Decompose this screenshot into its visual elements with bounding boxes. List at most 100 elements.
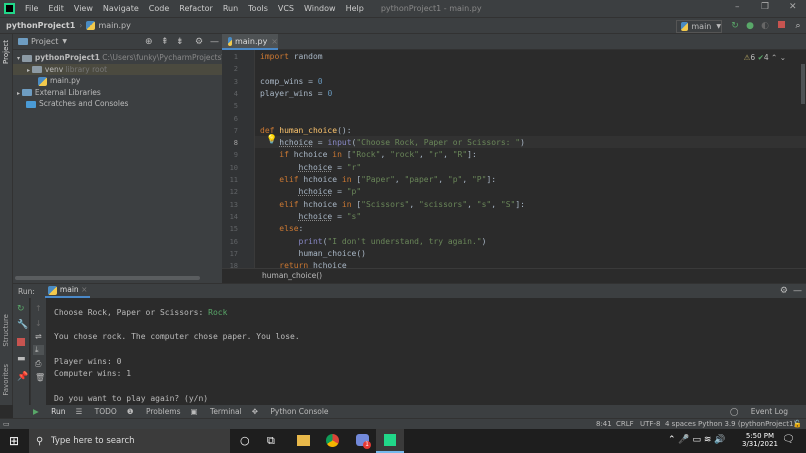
tool-tab-terminal[interactable]: ▣ Terminal bbox=[191, 407, 242, 416]
print-icon[interactable]: ⎙ bbox=[35, 359, 42, 369]
menu-help[interactable]: Help bbox=[341, 4, 369, 13]
restore-button[interactable]: ❐ bbox=[761, 2, 769, 12]
system-tray-icons[interactable]: ⌃ 🎤 ▭ ≋ 🔊 bbox=[668, 435, 725, 445]
chrome-icon[interactable] bbox=[326, 434, 339, 447]
search-icon[interactable]: ⌕ bbox=[793, 21, 803, 31]
interpreter[interactable]: Python 3.9 (pythonProject1) bbox=[698, 420, 796, 428]
line-number: 8 bbox=[233, 139, 238, 148]
ext-label: External Libraries bbox=[34, 87, 101, 97]
layout-icon[interactable]: ▬ bbox=[17, 354, 26, 364]
up-icon[interactable]: ↑ bbox=[35, 304, 42, 313]
coverage-icon[interactable]: ◐ bbox=[760, 21, 770, 31]
soft-wrap-icon[interactable]: ⇌ bbox=[35, 332, 42, 341]
cortana-icon[interactable]: ○ bbox=[240, 434, 250, 447]
code-token: human_choice bbox=[279, 125, 338, 135]
code-breadcrumb[interactable]: human_choice() bbox=[222, 268, 806, 283]
locate-icon[interactable]: ⊕ bbox=[145, 37, 153, 47]
code-token: random bbox=[288, 52, 323, 61]
run-config-dropdown[interactable]: main ▼ bbox=[676, 20, 722, 33]
expand-all-icon[interactable]: ⇞ bbox=[161, 37, 169, 47]
code-token: input bbox=[327, 138, 352, 148]
minimize-button[interactable]: – bbox=[735, 2, 740, 12]
debug-icon[interactable]: ● bbox=[745, 21, 755, 31]
run-tab-label: main bbox=[59, 285, 79, 295]
pin-icon[interactable]: 📌 bbox=[17, 372, 28, 382]
tool-tab-problems[interactable]: ❶ Problems bbox=[127, 407, 181, 416]
menu-view[interactable]: View bbox=[69, 4, 98, 13]
code-line: hchoice = "p" bbox=[260, 187, 362, 196]
line-separator[interactable]: CRLF bbox=[616, 420, 634, 428]
vertical-scrollbar[interactable] bbox=[801, 64, 805, 104]
code-token: return bbox=[279, 261, 313, 271]
python-icon bbox=[47, 285, 57, 295]
task-view-icon[interactable]: ⧉ bbox=[267, 434, 275, 448]
structure-tool-tab[interactable]: Structure bbox=[2, 314, 10, 347]
event-log-button[interactable]: ◯ Event Log bbox=[730, 407, 788, 416]
collapse-all-icon[interactable]: ⇟ bbox=[176, 37, 184, 47]
tree-item-main-py[interactable]: main.py bbox=[13, 75, 222, 87]
code-token: , bbox=[467, 199, 477, 209]
gear-icon[interactable]: ⚙ bbox=[195, 37, 203, 47]
down-icon[interactable]: ↓ bbox=[35, 319, 42, 328]
python-file-icon bbox=[228, 36, 232, 46]
menu-edit[interactable]: Edit bbox=[43, 4, 69, 13]
menu-window[interactable]: Window bbox=[299, 4, 341, 13]
tree-item-external-libraries[interactable]: ▸ External Libraries bbox=[13, 87, 222, 99]
stop-icon[interactable] bbox=[17, 338, 25, 346]
tree-item-venv[interactable]: ▸ venv library root bbox=[13, 63, 222, 75]
indent[interactable]: 4 spaces bbox=[665, 420, 696, 428]
toggle-tool-windows-icon[interactable]: ▭ bbox=[3, 420, 10, 428]
caret-position[interactable]: 8:41 bbox=[596, 420, 612, 428]
tool-tab-todo[interactable]: ☰ TODO bbox=[76, 407, 117, 416]
trash-icon[interactable]: 🗑 bbox=[35, 373, 45, 382]
clock[interactable]: 5:50 PM 3/31/2021 bbox=[742, 432, 778, 448]
stop-icon[interactable] bbox=[777, 21, 785, 28]
menu-file[interactable]: File bbox=[20, 4, 43, 13]
inspection-widget[interactable]: ⚠6 ✔4 ⌃ ⌄ bbox=[744, 53, 786, 62]
scroll-to-end-icon[interactable]: ⤓ bbox=[33, 345, 44, 355]
tab-main-py[interactable]: main.py × bbox=[222, 34, 278, 50]
python-file-icon bbox=[38, 76, 47, 86]
tool-tab-python-console[interactable]: ✥ Python Console bbox=[252, 407, 329, 416]
hide-icon[interactable]: — bbox=[793, 286, 802, 296]
horizontal-scrollbar[interactable] bbox=[15, 276, 200, 280]
console-play-again: Do you want to play again? (y/n) bbox=[54, 394, 209, 403]
project-view-dropdown[interactable]: Project bbox=[31, 37, 58, 46]
rerun-icon[interactable]: ↻ bbox=[730, 21, 740, 31]
breadcrumb-file[interactable]: main.py bbox=[98, 21, 130, 30]
notifications-icon[interactable]: 🗨 bbox=[782, 434, 795, 445]
project-tool-tab[interactable]: Project bbox=[2, 40, 10, 64]
run-tab-main[interactable]: main × bbox=[44, 284, 91, 298]
clock-time: 5:50 PM bbox=[745, 432, 775, 440]
windows-start-icon[interactable]: ⊞ bbox=[9, 434, 19, 448]
code-token: "rock" bbox=[390, 150, 419, 160]
lock-icon[interactable]: 🔓 bbox=[793, 420, 802, 428]
menu-navigate[interactable]: Navigate bbox=[98, 4, 144, 13]
hide-icon[interactable]: — bbox=[210, 37, 219, 47]
gear-icon[interactable]: ⚙ bbox=[780, 286, 788, 296]
tool-tab-run-label: Run bbox=[51, 407, 66, 416]
line-number: 18 bbox=[229, 262, 238, 271]
close-tab-icon[interactable]: × bbox=[271, 37, 278, 46]
taskbar-search[interactable]: ⚲ Type here to search bbox=[29, 429, 230, 453]
tree-item-project-root[interactable]: ▾ pythonProject1 C:\Users\funky\PycharmP… bbox=[13, 52, 222, 64]
pycharm-taskbar-button[interactable] bbox=[376, 429, 404, 453]
close-button[interactable]: ✕ bbox=[789, 2, 797, 12]
file-explorer-icon[interactable] bbox=[297, 435, 310, 446]
wrench-icon[interactable]: 🔧 bbox=[17, 320, 28, 330]
menu-code[interactable]: Code bbox=[144, 4, 174, 13]
code-token: elif bbox=[279, 175, 304, 184]
breadcrumb-project[interactable]: pythonProject1 bbox=[6, 21, 75, 30]
menu-run[interactable]: Run bbox=[218, 4, 243, 13]
menu-vcs[interactable]: VCS bbox=[273, 4, 299, 13]
encoding[interactable]: UTF-8 bbox=[640, 420, 660, 428]
rerun-icon[interactable]: ↻ bbox=[17, 304, 25, 314]
favorites-tool-tab[interactable]: Favorites bbox=[2, 364, 10, 396]
tool-tab-run[interactable]: ▶ Run bbox=[23, 407, 66, 416]
menu-tools[interactable]: Tools bbox=[243, 4, 273, 13]
tree-item-scratches[interactable]: Scratches and Consoles bbox=[13, 98, 222, 110]
menu-refactor[interactable]: Refactor bbox=[174, 4, 218, 13]
code-token: , bbox=[380, 150, 391, 160]
code-token: = bbox=[332, 162, 347, 172]
